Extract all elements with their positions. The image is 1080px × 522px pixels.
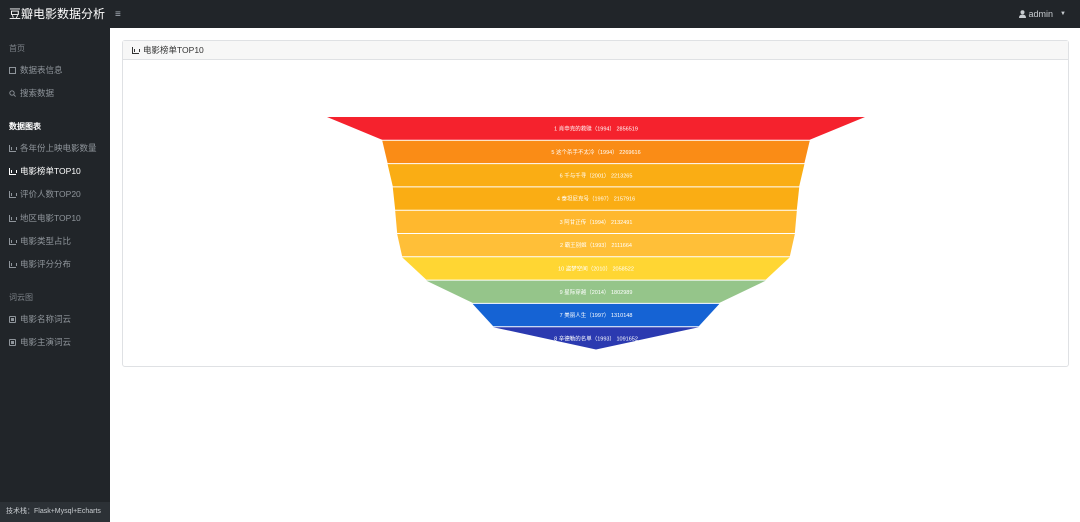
funnel-label-10: 10 盗梦空间（2010） 2058522 (558, 264, 634, 272)
cloud-icon (9, 315, 16, 323)
sidebar-item-search[interactable]: 搜索数据 (9, 86, 54, 100)
chart-icon (9, 214, 17, 222)
top-navbar: 豆瓣电影数据分析 ≡ admin ▼ (0, 0, 1080, 28)
cloud-icon (9, 338, 16, 346)
funnel-label-8: 8 辛德勒的名单（1993） 1091652 (554, 334, 638, 342)
chart-icon (9, 167, 17, 175)
funnel-label-9: 9 星际穿越（2014） 1802989 (560, 288, 633, 296)
funnel-label-5: 5 这个杀手不太冷（1994） 2269616 (551, 148, 640, 156)
sidebar-heading-charts: 数据图表 (9, 122, 41, 131)
sidebar-item-title-cloud[interactable]: 电影名称词云 (9, 312, 71, 326)
sidebar-item-top20[interactable]: 评价人数TOP20 (9, 187, 81, 201)
app-title[interactable]: 豆瓣电影数据分析 (0, 0, 110, 28)
sidebar-item-top10[interactable]: 电影榜单TOP10 (9, 164, 81, 178)
user-menu[interactable]: admin ▼ (1018, 0, 1066, 28)
funnel-label-7: 7 美丽人生（1997） 1310148 (560, 311, 633, 319)
sidebar-item-label: 电影类型占比 (20, 236, 72, 246)
funnel-label-2: 2 霸王别姬（1993） 2111664 (560, 241, 632, 249)
sidebar-item-region-top10[interactable]: 地区电影TOP10 (9, 211, 81, 225)
funnel-label-1: 1 肖申克的救赎（1994） 2856519 (554, 124, 638, 132)
sidebar-item-label: 搜索数据 (20, 88, 55, 98)
chart-icon (9, 237, 17, 245)
card-header: 电影榜单TOP10 (123, 41, 1068, 60)
sidebar-footer: 技术栈：Flask+Mysql+Echarts (0, 502, 110, 522)
sidebar-item-label: 电影名称词云 (20, 314, 72, 324)
chart-icon (132, 46, 140, 54)
funnel-chart: 1 肖申克的救赎（1994） 2856519 5 这个杀手不太冷（1994） 22… (327, 117, 865, 350)
sidebar-item-label: 地区电影TOP10 (20, 213, 81, 223)
funnel-label-4: 4 泰坦尼克号（1997） 2157916 (557, 195, 635, 203)
sidebar-item-label: 各年份上映电影数量 (20, 143, 97, 153)
sidebar: 首页 数据表信息 搜索数据 数据图表 各年份上映电影数量 电影榜单TOP10 评… (0, 28, 110, 522)
table-icon (9, 66, 16, 74)
chart-icon (9, 190, 17, 198)
sidebar-heading-wordcloud: 词云图 (9, 293, 33, 302)
sidebar-item-actor-cloud[interactable]: 电影主演词云 (9, 335, 71, 349)
chart-card: 电影榜单TOP10 1 肖申克的救赎（1994） 2856519 5 这个杀手不太… (122, 40, 1069, 367)
user-icon (1018, 10, 1026, 18)
sidebar-heading-home: 首页 (9, 44, 25, 53)
sidebar-item-label: 数据表信息 (20, 65, 63, 75)
funnel-label-6: 6 千与千寻（2001） 2213265 (560, 171, 633, 179)
chart-icon (9, 144, 17, 152)
sidebar-item-label: 电影评分分布 (20, 259, 72, 269)
chevron-down-icon: ▼ (1060, 11, 1066, 17)
funnel-label-3: 3 阿甘正传（1994） 2132491 (560, 218, 633, 226)
sidebar-item-score-dist[interactable]: 电影评分分布 (9, 257, 71, 271)
sidebar-item-table-info[interactable]: 数据表信息 (9, 63, 63, 77)
menu-toggle-icon[interactable]: ≡ (115, 9, 121, 20)
sidebar-item-label: 评价人数TOP20 (20, 189, 81, 199)
card-title: 电影榜单TOP10 (143, 45, 204, 55)
sidebar-item-label: 电影榜单TOP10 (20, 166, 81, 176)
sidebar-item-genre-share[interactable]: 电影类型占比 (9, 234, 71, 248)
sidebar-item-year-count[interactable]: 各年份上映电影数量 (9, 141, 97, 155)
sidebar-item-label: 电影主演词云 (20, 337, 72, 347)
search-icon (9, 89, 16, 97)
card-body: 1 肖申克的救赎（1994） 2856519 5 这个杀手不太冷（1994） 22… (123, 60, 1068, 366)
user-name: admin (1028, 9, 1054, 19)
chart-icon (9, 260, 17, 268)
